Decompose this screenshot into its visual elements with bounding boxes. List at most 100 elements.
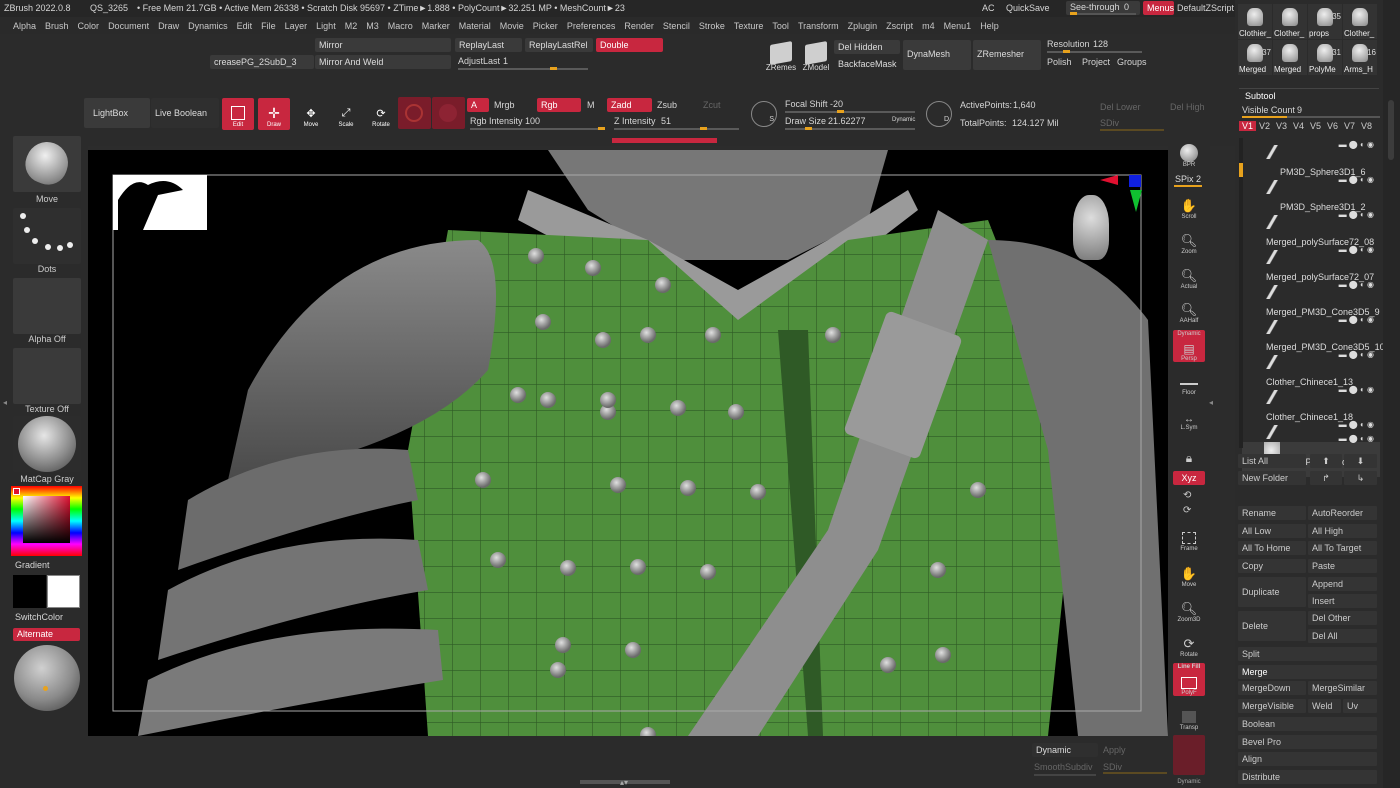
subtool-visibility-icon[interactable]: ▬ ⬤ ◐ ◉ bbox=[1339, 434, 1374, 443]
move-button[interactable]: ✥ Move bbox=[295, 98, 327, 130]
menu-m4[interactable]: m4 bbox=[922, 21, 935, 31]
palette-scrollbar[interactable] bbox=[1383, 0, 1400, 788]
all-low-button[interactable]: All Low bbox=[1238, 524, 1306, 538]
subtool-item[interactable]: Merged_polySurface72_07 ▬ ⬤ ◐ ◉ bbox=[1242, 267, 1380, 302]
mirror-weld-button[interactable]: Mirror And Weld bbox=[315, 55, 451, 69]
tool-thumb[interactable]: Clothier_ bbox=[1238, 4, 1272, 39]
subtool-item[interactable]: ▬ ⬤ ◐ ◉ bbox=[1242, 127, 1380, 162]
subtool-visibility-icon[interactable]: ▬ ⬤ ◐ ◉ bbox=[1339, 210, 1374, 219]
menu-draw[interactable]: Draw bbox=[158, 21, 179, 31]
z-intensity-slider[interactable]: Z Intensity 51 bbox=[611, 114, 741, 130]
subtool-item[interactable]: PM3D_Sphere3D1_2 ▬ ⬤ ◐ ◉ bbox=[1242, 197, 1380, 232]
move-up-button[interactable]: ⬆ bbox=[1310, 454, 1342, 468]
apply-button[interactable]: Apply bbox=[1103, 745, 1126, 755]
alpha-a-button[interactable]: A bbox=[467, 98, 489, 112]
subtool-visibility-icon[interactable]: ▬ ⬤ ◐ ◉ bbox=[1339, 385, 1374, 394]
menu-layer[interactable]: Layer bbox=[285, 21, 308, 31]
scroll-button[interactable]: ✋ Scroll bbox=[1173, 192, 1205, 220]
merge-visible-button[interactable]: MergeVisible bbox=[1238, 699, 1306, 713]
rgb-button[interactable]: Rgb bbox=[537, 98, 581, 112]
menu-color[interactable]: Color bbox=[78, 21, 100, 31]
menu-marker[interactable]: Marker bbox=[422, 21, 450, 31]
rotate-view-button[interactable]: ⟳ Rotate bbox=[1173, 630, 1205, 658]
tool-thumb[interactable]: Merged bbox=[1273, 40, 1307, 75]
merge-section[interactable]: Merge bbox=[1238, 665, 1377, 679]
split-button[interactable]: Split bbox=[1238, 647, 1377, 661]
all-to-home-button[interactable]: All To Home bbox=[1238, 541, 1306, 555]
subtool-item[interactable]: Merged_PM3D_Cone3D5_9 ▬ ⬤ ◐ ◉ bbox=[1242, 302, 1380, 337]
double-button[interactable]: Double bbox=[596, 38, 663, 52]
subtool-title[interactable]: Subtool bbox=[1245, 91, 1276, 101]
distribute-section[interactable]: Distribute bbox=[1238, 770, 1377, 784]
insert-button[interactable]: Insert bbox=[1308, 594, 1377, 608]
zremesher-icon[interactable]: ZRemes bbox=[765, 41, 797, 74]
ac-button[interactable]: AC bbox=[982, 3, 995, 13]
menu-zscript[interactable]: Zscript bbox=[886, 21, 913, 31]
subtool-visibility-icon[interactable]: ▬ ⬤ ◐ ◉ bbox=[1339, 315, 1374, 324]
menu-picker[interactable]: Picker bbox=[533, 21, 558, 31]
merge-down-button[interactable]: MergeDown bbox=[1238, 681, 1306, 695]
menu-material[interactable]: Material bbox=[459, 21, 491, 31]
del-all-button[interactable]: Del All bbox=[1308, 629, 1377, 643]
zsub-button[interactable]: Zsub bbox=[657, 100, 677, 110]
seethrough-slider[interactable]: See-through 0 bbox=[1066, 1, 1140, 15]
document-canvas[interactable] bbox=[88, 150, 1168, 736]
menu-zplugin[interactable]: Zplugin bbox=[848, 21, 878, 31]
menu-brush[interactable]: Brush bbox=[45, 21, 69, 31]
folder-up-button[interactable]: ↱ bbox=[1310, 471, 1342, 485]
zmodeler-icon[interactable]: ZModel bbox=[800, 41, 832, 74]
stroke-thumbnail[interactable] bbox=[13, 208, 81, 264]
autoreorder-button[interactable]: AutoReorder bbox=[1308, 506, 1377, 520]
tool-thumb[interactable]: 31 PolyMe bbox=[1308, 40, 1342, 75]
alternate-button[interactable]: Alternate bbox=[13, 628, 80, 641]
actual-button[interactable]: 🔍︎ Actual bbox=[1173, 262, 1205, 290]
brush-ring-icon[interactable] bbox=[398, 97, 431, 129]
subtool-visibility-icon[interactable]: ▬ ⬤ ◐ ◉ bbox=[1339, 350, 1374, 359]
subtool-visibility-icon[interactable]: ▬ ⬤ ◐ ◉ bbox=[1339, 140, 1374, 149]
subtool-item[interactable]: Merged_PM3D_Cone3D5_10 ▬ ⬤ ◐ ◉ bbox=[1242, 337, 1385, 372]
append-button[interactable]: Append bbox=[1308, 577, 1377, 591]
resolution-slider[interactable]: Resolution 128 bbox=[1044, 37, 1148, 53]
gradient-button[interactable]: Gradient bbox=[15, 560, 50, 570]
menu-stroke[interactable]: Stroke bbox=[699, 21, 725, 31]
move-down-button[interactable]: ⬇ bbox=[1344, 454, 1377, 468]
tool-thumb[interactable]: Clother_ bbox=[1273, 4, 1307, 39]
subtool-visibility-icon[interactable]: ▬ ⬤ ◐ ◉ bbox=[1339, 420, 1374, 429]
live-boolean-button[interactable]: Live Boolean bbox=[151, 98, 219, 128]
sculpt-viewport[interactable] bbox=[88, 150, 1168, 736]
uv-button[interactable]: Uv bbox=[1343, 699, 1377, 713]
polyf-button[interactable]: Line Fill PolyF bbox=[1173, 663, 1205, 696]
rotate-y-icon[interactable]: ⟲ bbox=[1183, 490, 1191, 501]
quicksave-button[interactable]: QuickSave bbox=[1006, 3, 1050, 13]
subtool-scrollbar[interactable] bbox=[1239, 138, 1243, 448]
duplicate-button[interactable]: Duplicate bbox=[1238, 577, 1306, 607]
rotate-button[interactable]: ⟳ Rotate bbox=[365, 98, 397, 130]
menu-help[interactable]: Help bbox=[980, 21, 999, 31]
menu-dynamics[interactable]: Dynamics bbox=[188, 21, 228, 31]
brush-solid-icon[interactable] bbox=[432, 97, 465, 129]
rotate-z-icon[interactable]: ⟳ bbox=[1183, 505, 1191, 516]
bevel-pro-section[interactable]: Bevel Pro bbox=[1238, 735, 1377, 749]
menu-m3[interactable]: M3 bbox=[366, 21, 379, 31]
alpha-thumbnail[interactable] bbox=[13, 278, 81, 334]
bottom-sdiv-slider[interactable]: SDiv bbox=[1100, 760, 1168, 776]
delete-button[interactable]: Delete bbox=[1238, 611, 1306, 641]
zadd-button[interactable]: Zadd bbox=[607, 98, 652, 112]
frame-button[interactable]: Frame bbox=[1173, 524, 1205, 552]
bpr-button[interactable]: BPR bbox=[1173, 140, 1205, 168]
subtool-visibility-icon[interactable]: ▬ ⬤ ◐ ◉ bbox=[1339, 245, 1374, 254]
edit-button[interactable]: Edit bbox=[222, 98, 254, 130]
color-picker[interactable] bbox=[11, 486, 82, 556]
adjust-last-slider[interactable]: AdjustLast 1 bbox=[455, 55, 590, 71]
folder-down-button[interactable]: ↳ bbox=[1344, 471, 1377, 485]
tool-thumb[interactable]: 35 props bbox=[1308, 4, 1342, 39]
default-zscript[interactable]: DefaultZScript bbox=[1177, 3, 1234, 13]
menu-alpha[interactable]: Alpha bbox=[13, 21, 36, 31]
subtool-item[interactable]: PM3D_Sphere3D1_6 ▬ ⬤ ◐ ◉ bbox=[1242, 162, 1380, 197]
sdiv-slider[interactable]: SDiv bbox=[1097, 117, 1165, 131]
replay-last-rel-button[interactable]: ReplayLastRel bbox=[525, 38, 593, 52]
subtool-item[interactable]: Merged_polySurface72_08 ▬ ⬤ ◐ ◉ bbox=[1242, 232, 1380, 267]
menu-macro[interactable]: Macro bbox=[388, 21, 413, 31]
smooth-subdiv-slider[interactable]: SmoothSubdiv bbox=[1032, 760, 1098, 776]
menu-edit[interactable]: Edit bbox=[237, 21, 253, 31]
